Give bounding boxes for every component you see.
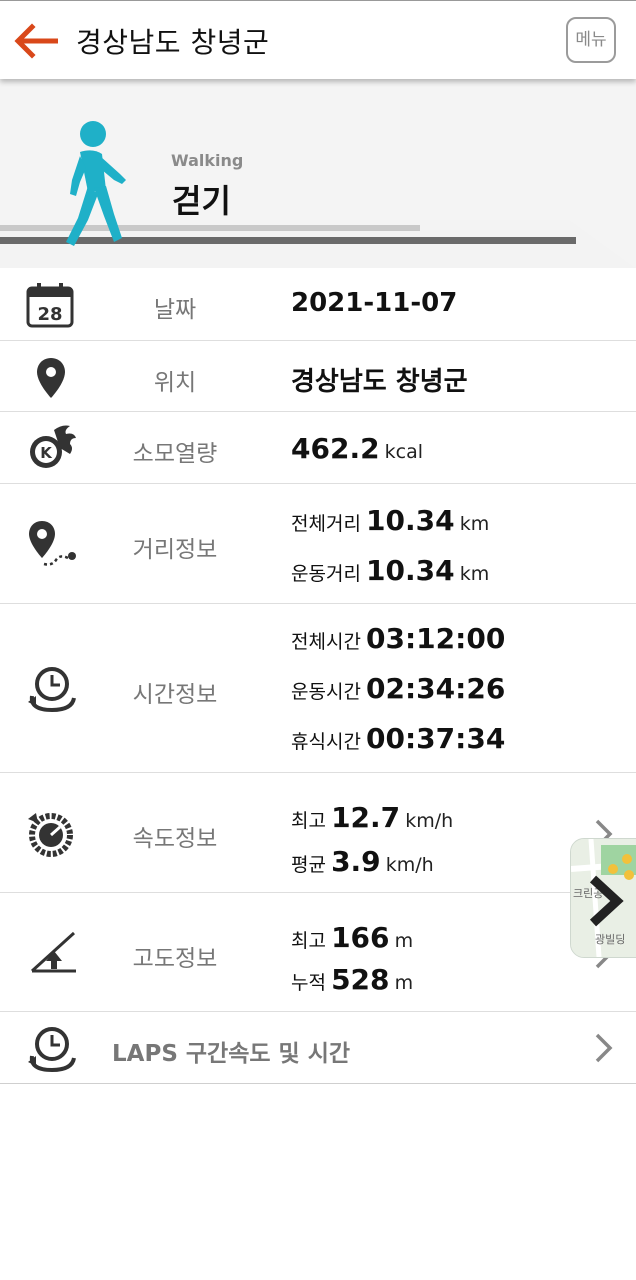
activity-hero: Walking 걷기 bbox=[0, 78, 636, 268]
time-total-label: 전체시간 bbox=[291, 631, 361, 653]
altitude-max-unit: m bbox=[394, 930, 414, 952]
time-total-line: 전체시간 03:12:00 bbox=[291, 622, 505, 655]
time-moving-line: 운동시간 02:34:26 bbox=[291, 672, 505, 705]
menu-button[interactable]: 메뉴 bbox=[566, 17, 616, 63]
speed-label: 속도정보 bbox=[132, 826, 218, 852]
calories-label: 소모열량 bbox=[132, 441, 218, 467]
page-title: 경상남도 창녕군 bbox=[76, 26, 270, 59]
map-preview-graphic: 크린공 광빌딩 bbox=[571, 839, 636, 957]
altitude-label: 고도정보 bbox=[132, 946, 218, 972]
calories-value: 462.2 bbox=[291, 432, 380, 465]
calorie-badge-text: K bbox=[40, 444, 53, 462]
calendar-day-text: 28 bbox=[37, 304, 62, 325]
location-label: 위치 bbox=[153, 370, 197, 396]
speed-avg-unit: km/h bbox=[385, 854, 434, 876]
distance-moving-value: 10.34 bbox=[366, 554, 455, 587]
location-row: 위치 경상남도 창녕군 bbox=[0, 341, 636, 412]
distance-total-value: 10.34 bbox=[366, 504, 455, 537]
distance-total-label: 전체거리 bbox=[291, 513, 361, 535]
date-value: 2021-11-07 bbox=[291, 288, 458, 318]
activity-subtitle: Walking bbox=[171, 151, 244, 170]
altitude-cumulative-unit: m bbox=[394, 972, 414, 994]
location-value: 경상남도 창녕군 bbox=[291, 367, 468, 397]
map-thumbnail-button[interactable]: 크린공 광빌딩 bbox=[570, 838, 636, 958]
activity-title: 걷기 bbox=[172, 182, 231, 220]
distance-moving-line: 운동거리 10.34 km bbox=[291, 554, 489, 587]
calories-unit: kcal bbox=[384, 441, 424, 463]
walking-person-icon bbox=[66, 121, 126, 246]
altitude-max-value: 166 bbox=[331, 921, 390, 954]
speed-avg-line: 평균 3.9 km/h bbox=[291, 845, 434, 878]
time-moving-value: 02:34:26 bbox=[366, 672, 506, 705]
calories-value-line: 462.2 kcal bbox=[291, 432, 423, 465]
distance-moving-unit: km bbox=[459, 563, 490, 585]
speed-avg-label: 평균 bbox=[291, 854, 326, 876]
time-rest-label: 휴식시간 bbox=[291, 731, 361, 753]
distance-moving-label: 운동거리 bbox=[291, 563, 361, 585]
altitude-row[interactable]: 고도정보 최고 166 m 누적 528 m bbox=[0, 893, 636, 1012]
laps-label: LAPS 구간속도 및 시간 bbox=[112, 1041, 351, 1067]
distance-label: 거리정보 bbox=[132, 537, 218, 563]
date-row: 28 날짜 2021-11-07 bbox=[0, 268, 636, 341]
altitude-max-line: 최고 166 m bbox=[291, 921, 413, 954]
calendar-icon: 28 bbox=[26, 283, 74, 328]
distance-total-unit: km bbox=[459, 513, 490, 535]
back-arrow-icon bbox=[14, 23, 58, 59]
speed-max-line: 최고 12.7 km/h bbox=[291, 801, 453, 834]
time-rest-line: 휴식시간 00:37:34 bbox=[291, 722, 505, 755]
route-pin-icon bbox=[29, 521, 76, 566]
map-label-2: 광빌딩 bbox=[595, 933, 625, 946]
clock-icon bbox=[28, 667, 76, 712]
altitude-max-label: 최고 bbox=[291, 930, 326, 952]
speedometer-icon bbox=[28, 813, 73, 857]
calories-row: K 소모열량 462.2 kcal bbox=[0, 412, 636, 484]
altitude-cumulative-line: 누적 528 m bbox=[291, 963, 413, 996]
speed-row[interactable]: 속도정보 최고 12.7 km/h 평균 3.9 km/h bbox=[0, 773, 636, 893]
back-button[interactable] bbox=[12, 23, 64, 59]
speed-max-unit: km/h bbox=[405, 810, 454, 832]
speed-avg-value: 3.9 bbox=[331, 845, 381, 878]
speed-max-value: 12.7 bbox=[331, 801, 401, 834]
time-moving-label: 운동시간 bbox=[291, 681, 361, 703]
speed-max-label: 최고 bbox=[291, 810, 326, 832]
time-rest-value: 00:37:34 bbox=[366, 722, 506, 755]
altitude-cumulative-label: 누적 bbox=[291, 972, 326, 994]
time-total-value: 03:12:00 bbox=[366, 622, 506, 655]
chevron-right-icon[interactable] bbox=[594, 1033, 614, 1063]
time-label: 시간정보 bbox=[132, 682, 218, 708]
date-label: 날짜 bbox=[153, 297, 197, 323]
calorie-flame-icon: K bbox=[30, 425, 76, 468]
app-header: 경상남도 창녕군 메뉴 bbox=[0, 0, 636, 79]
distance-row: 거리정보 전체거리 10.34 km 운동거리 10.34 km bbox=[0, 484, 636, 604]
laps-row[interactable]: LAPS 구간속도 및 시간 bbox=[0, 1012, 636, 1084]
time-row: 시간정보 전체시간 03:12:00 운동시간 02:34:26 휴식시간 00… bbox=[0, 604, 636, 773]
laps-clock-icon bbox=[28, 1027, 76, 1072]
distance-total-line: 전체거리 10.34 km bbox=[291, 504, 489, 537]
altitude-slope-icon bbox=[30, 931, 76, 973]
location-pin-icon bbox=[37, 358, 65, 398]
altitude-cumulative-value: 528 bbox=[331, 963, 390, 996]
